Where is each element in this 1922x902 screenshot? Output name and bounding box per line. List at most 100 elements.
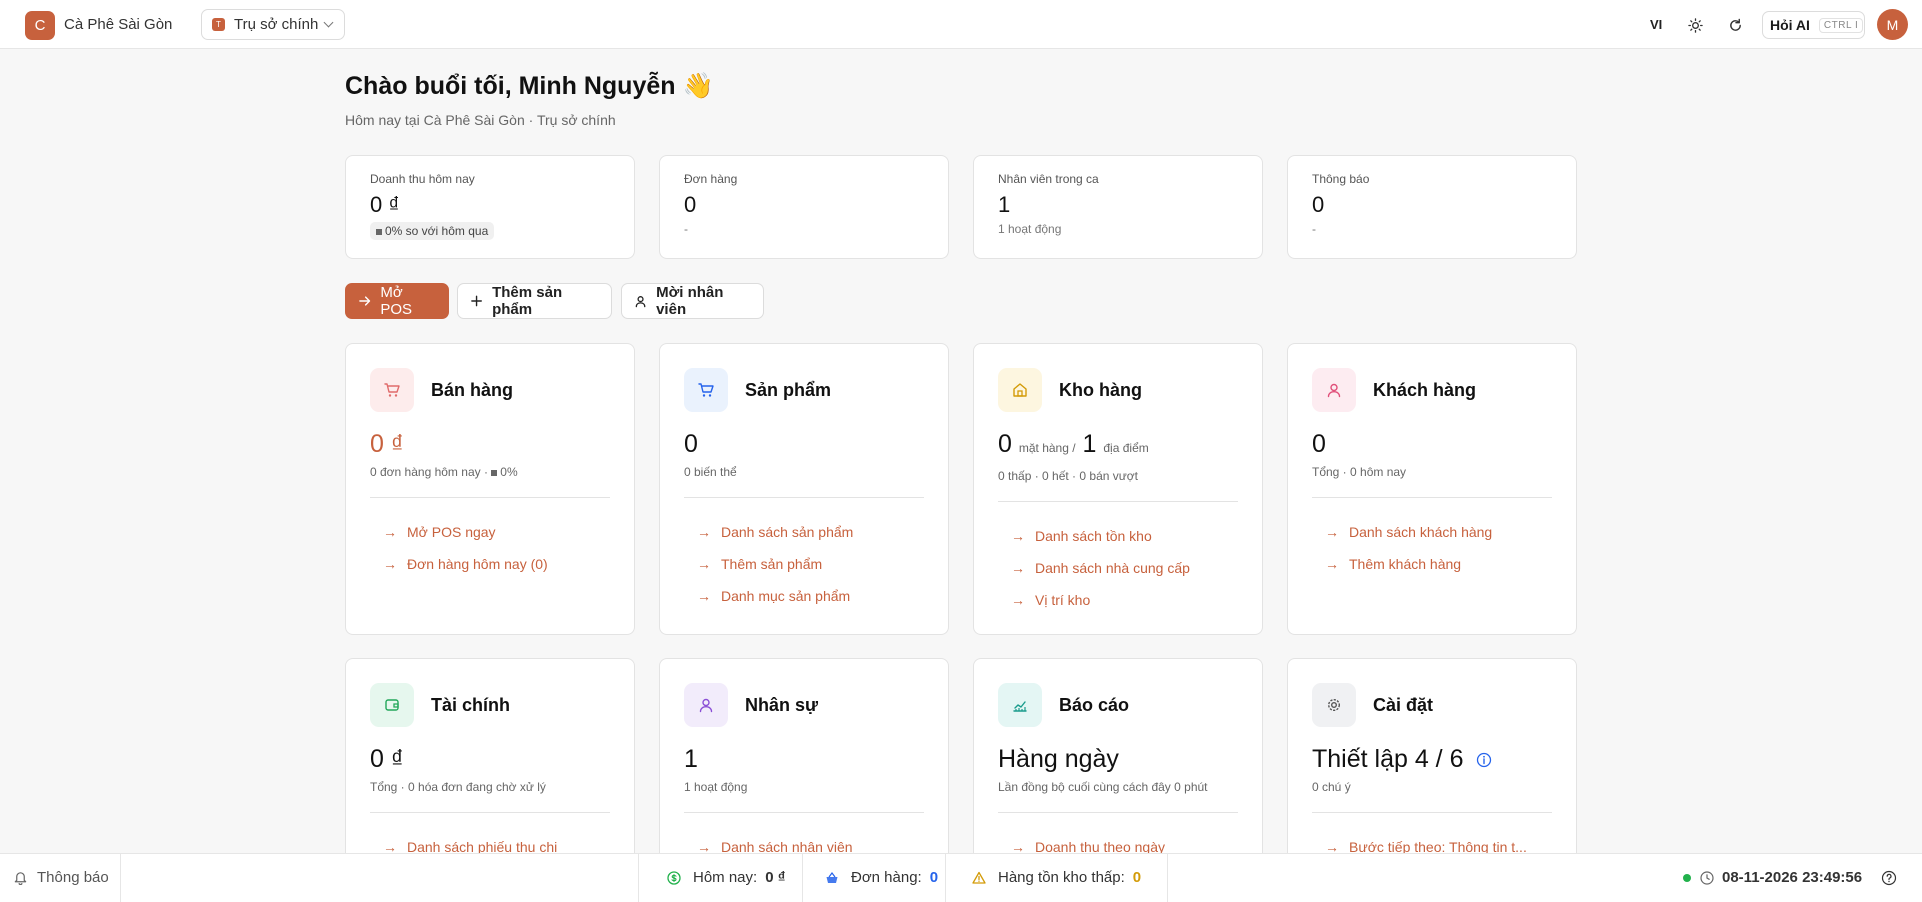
warehouse-icon <box>998 368 1042 412</box>
card-title[interactable]: Báo cáo <box>1059 695 1129 716</box>
stat-card-staff: Nhân viên trong ca 1 1 hoạt động <box>973 155 1263 259</box>
link-label: Đơn hàng hôm nay (0) <box>407 556 548 572</box>
footer-notifications-label: Thông báo <box>37 869 109 886</box>
chart-icon <box>998 683 1042 727</box>
divider <box>1167 854 1168 902</box>
trend-badge: 0% so với hôm qua <box>370 222 495 240</box>
module-card-sales: Bán hàng 0 ₫ 0 đơn hàng hôm nay · 0% → Mở… <box>345 343 635 635</box>
link-label: Mở POS ngay <box>407 524 496 540</box>
link-product-list[interactable]: → Danh sách sản phẩm <box>684 516 924 548</box>
link-today-orders[interactable]: → Đơn hàng hôm nay (0) <box>370 548 610 580</box>
neutral-trend-icon <box>376 228 382 235</box>
orders-value: 0 <box>929 869 939 886</box>
stat-value: 0 <box>1312 192 1325 217</box>
card-value: 1 <box>684 745 698 773</box>
bell-icon <box>14 872 27 885</box>
card-title[interactable]: Kho hàng <box>1059 380 1142 401</box>
help-icon[interactable] <box>1881 870 1897 886</box>
card-title[interactable]: Bán hàng <box>431 380 513 401</box>
link-warehouse-locations[interactable]: → Vị trí kho <box>998 584 1238 616</box>
card-sub: 0 chú ý <box>1312 780 1351 794</box>
add-product-button[interactable]: Thêm sản phẩm <box>457 283 612 319</box>
language-switch[interactable]: VI <box>1650 17 1662 32</box>
divider <box>370 812 610 813</box>
link-stock-list[interactable]: → Danh sách tồn kho <box>998 520 1238 552</box>
link-supplier-list[interactable]: → Danh sách nhà cung cấp <box>998 552 1238 584</box>
sun-icon <box>1687 17 1703 33</box>
item-count: 0 <box>998 430 1012 458</box>
location-count: 1 <box>1082 430 1097 458</box>
card-sub: Tổng · 0 hóa đơn đang chờ xử lý <box>370 780 546 794</box>
open-pos-label: Mở POS <box>380 284 413 318</box>
footer-notifications-button[interactable]: Thông báo <box>13 869 109 886</box>
link-open-pos-now[interactable]: → Mở POS ngay <box>370 516 610 548</box>
card-value: 0 <box>1312 430 1326 458</box>
user-icon <box>1312 368 1356 412</box>
ask-ai-shortcut: CTRL I <box>1818 17 1864 33</box>
divider <box>998 812 1238 813</box>
add-product-label: Thêm sản phẩm <box>492 284 563 318</box>
card-title[interactable]: Tài chính <box>431 695 510 716</box>
link-label: Danh sách nhà cung cấp <box>1035 560 1190 576</box>
card-value: 0 ₫ <box>370 745 404 773</box>
refresh-button[interactable] <box>1723 13 1747 37</box>
link-add-customer[interactable]: → Thêm khách hàng <box>1312 548 1552 580</box>
datetime: 08-11-2026 23:49:56 <box>1722 869 1863 886</box>
page-subtitle: Hôm nay tại Cà Phê Sài Gòn · Trụ sở chín… <box>345 112 616 128</box>
stat-card-revenue: Doanh thu hôm nay 0 ₫ 0% so với hôm qua <box>345 155 635 259</box>
card-title[interactable]: Cài đặt <box>1373 695 1433 716</box>
divider <box>945 854 946 902</box>
link-customer-list[interactable]: → Danh sách khách hàng <box>1312 516 1552 548</box>
today-label: Hôm nay: <box>693 869 758 886</box>
module-card-inventory: Kho hàng 0 mặt hàng / 1 địa điểm 0 thấp … <box>973 343 1263 635</box>
theme-toggle-button[interactable] <box>1683 13 1707 37</box>
info-icon[interactable] <box>1476 752 1492 768</box>
link-product-categories[interactable]: → Danh mục sản phẩm <box>684 580 924 612</box>
link-label: Danh sách tồn kho <box>1035 528 1152 544</box>
card-value: Hàng ngày <box>998 745 1119 773</box>
low-stock-label: Hàng tồn kho thấp: <box>998 869 1125 886</box>
cart-icon <box>684 368 728 412</box>
ask-ai-button[interactable]: Hỏi AI CTRL I <box>1762 11 1865 39</box>
divider <box>1312 497 1552 498</box>
status-bar: Thông báo Hôm nay: 0 ₫ Đơn hàng: 0 Hàng … <box>0 853 1922 902</box>
card-sub: 0 biến thể <box>684 465 737 479</box>
stat-label: Đơn hàng <box>684 172 738 186</box>
invite-staff-button[interactable]: Mời nhân viên <box>621 283 764 319</box>
low-stock-value: 0 <box>1132 869 1142 886</box>
stat-sub: - <box>684 222 688 236</box>
top-bar: C Cà Phê Sài Gòn T Trụ sở chính VI Hỏi A… <box>0 0 1922 49</box>
stat-label: Doanh thu hôm nay <box>370 172 475 186</box>
divider <box>120 854 121 902</box>
plus-icon <box>471 295 482 307</box>
basket-icon <box>826 871 838 883</box>
card-sub: 0 đơn hàng hôm nay · <box>370 465 492 479</box>
module-card-customers: Khách hàng 0 Tổng · 0 hôm nay → Danh sách… <box>1287 343 1577 635</box>
module-card-products: Sản phẩm 0 0 biến thể → Danh sách sản phẩ… <box>659 343 949 635</box>
warning-icon <box>972 871 986 884</box>
stat-card-orders: Đơn hàng 0 - <box>659 155 949 259</box>
stat-value: 1 <box>998 192 1011 217</box>
location-unit: địa điểm <box>1103 441 1149 455</box>
brand-logo[interactable]: C <box>25 11 55 40</box>
link-label: Danh mục sản phẩm <box>721 588 851 604</box>
open-pos-button[interactable]: Mở POS <box>345 283 449 319</box>
store-badge: T <box>212 18 225 31</box>
card-title[interactable]: Sản phẩm <box>745 380 831 401</box>
card-title[interactable]: Khách hàng <box>1373 380 1476 401</box>
divider <box>638 854 639 902</box>
footer-clock: 08-11-2026 23:49:56 <box>1683 869 1897 886</box>
card-value: 0 mặt hàng / 1 địa điểm <box>998 429 1238 463</box>
online-status-dot <box>1683 873 1691 882</box>
cart-icon <box>370 368 414 412</box>
dollar-circle-icon <box>667 870 681 885</box>
link-label: Danh sách khách hàng <box>1349 524 1493 540</box>
store-selector[interactable]: T Trụ sở chính <box>201 9 345 40</box>
card-title[interactable]: Nhân sự <box>745 695 818 716</box>
ask-ai-label: Hỏi AI <box>1770 17 1810 33</box>
user-avatar[interactable]: M <box>1877 9 1908 40</box>
card-value: Thiết lập 4 / 6 <box>1312 744 1552 774</box>
card-value: 0 ₫ <box>370 430 404 458</box>
link-add-product[interactable]: → Thêm sản phẩm <box>684 548 924 580</box>
link-label: Danh sách sản phẩm <box>721 524 854 540</box>
